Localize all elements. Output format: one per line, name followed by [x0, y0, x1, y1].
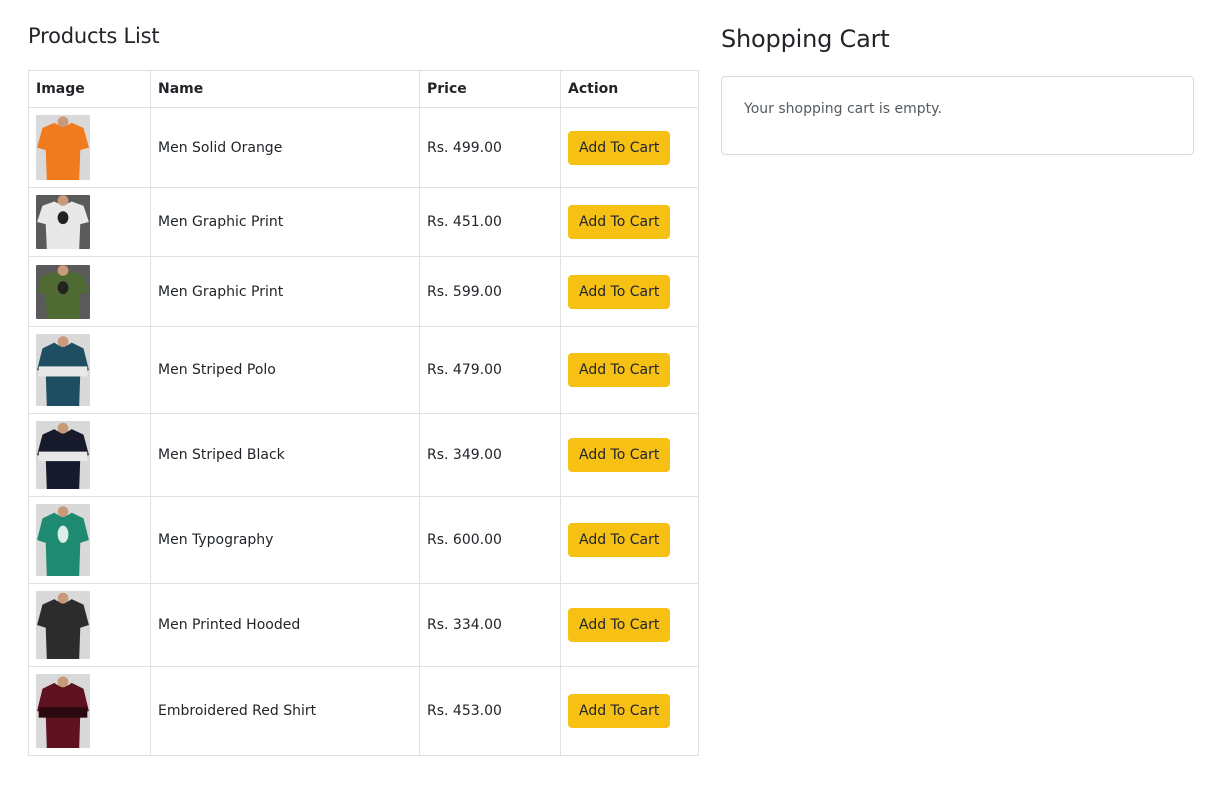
- add-to-cart-button[interactable]: Add To Cart: [568, 130, 671, 165]
- product-image-cell: [28, 256, 151, 327]
- cart-title: Shopping Cart: [721, 25, 890, 53]
- product-price: Rs. 453.00: [419, 666, 561, 756]
- add-to-cart-button[interactable]: Add To Cart: [568, 438, 671, 472]
- add-to-cart-button[interactable]: Add To Cart: [568, 694, 671, 728]
- table-row: Men Solid Orange Rs. 499.00 Add To Cart: [28, 107, 699, 188]
- table-row: Men Graphic Print Rs. 599.00 Add To Cart: [28, 256, 699, 327]
- product-image-cell: [28, 496, 151, 584]
- table-header-row: Image Name Price Action: [28, 70, 699, 108]
- table-row: Men Striped Black Rs. 349.00 Add To Cart: [28, 413, 699, 497]
- product-image[interactable]: [36, 421, 90, 489]
- products-title: Products List: [28, 24, 160, 48]
- product-action-cell: Add To Cart: [560, 583, 699, 667]
- shopping-cart-section: Shopping Cart Your shopping cart is empt…: [721, 22, 1194, 155]
- product-image-cell: [28, 326, 151, 414]
- product-image-cell: [28, 413, 151, 497]
- product-image[interactable]: [36, 591, 90, 659]
- column-header-name: Name: [150, 70, 420, 108]
- product-name: Men Typography: [150, 496, 420, 584]
- product-name: Men Graphic Print: [150, 256, 420, 327]
- product-action-cell: Add To Cart: [560, 326, 699, 414]
- product-image[interactable]: [36, 674, 90, 748]
- column-header-price: Price: [419, 70, 561, 108]
- product-action-cell: Add To Cart: [560, 256, 699, 327]
- add-to-cart-button[interactable]: Add To Cart: [568, 274, 671, 309]
- product-image[interactable]: [36, 115, 90, 180]
- product-action-cell: Add To Cart: [560, 107, 699, 188]
- product-image-cell: [28, 583, 151, 667]
- products-table: Image Name Price Action Men Solid Orange…: [28, 70, 699, 756]
- table-row: Men Striped Polo Rs. 479.00 Add To Cart: [28, 326, 699, 414]
- product-name: Men Striped Polo: [150, 326, 420, 414]
- product-name: Men Solid Orange: [150, 107, 420, 188]
- product-image-cell: [28, 107, 151, 188]
- product-price: Rs. 479.00: [419, 326, 561, 414]
- product-action-cell: Add To Cart: [560, 413, 699, 497]
- product-action-cell: Add To Cart: [560, 496, 699, 584]
- product-name: Embroidered Red Shirt: [150, 666, 420, 756]
- table-row: Men Typography Rs. 600.00 Add To Cart: [28, 496, 699, 584]
- add-to-cart-button[interactable]: Add To Cart: [568, 608, 671, 642]
- column-header-action: Action: [560, 70, 699, 108]
- product-action-cell: Add To Cart: [560, 187, 699, 257]
- product-image[interactable]: [36, 264, 90, 319]
- product-name: Men Printed Hooded: [150, 583, 420, 667]
- product-action-cell: Add To Cart: [560, 666, 699, 756]
- product-price: Rs. 599.00: [419, 256, 561, 327]
- product-price: Rs. 349.00: [419, 413, 561, 497]
- cart-empty-message: Your shopping cart is empty.: [744, 101, 942, 117]
- product-image-cell: [28, 187, 151, 257]
- add-to-cart-button[interactable]: Add To Cart: [568, 205, 671, 239]
- table-row: Embroidered Red Shirt Rs. 453.00 Add To …: [28, 666, 699, 756]
- column-header-image: Image: [28, 70, 151, 108]
- product-image[interactable]: [36, 334, 90, 406]
- products-section: Products List Image Name Price Action Me…: [28, 22, 699, 756]
- add-to-cart-button[interactable]: Add To Cart: [568, 523, 671, 557]
- product-image[interactable]: [36, 504, 90, 576]
- table-row: Men Graphic Print Rs. 451.00 Add To Cart: [28, 187, 699, 257]
- cart-panel: Your shopping cart is empty.: [721, 76, 1194, 155]
- product-price: Rs. 451.00: [419, 187, 561, 257]
- add-to-cart-button[interactable]: Add To Cart: [568, 353, 671, 387]
- product-image-cell: [28, 666, 151, 756]
- product-name: Men Graphic Print: [150, 187, 420, 257]
- table-row: Men Printed Hooded Rs. 334.00 Add To Car…: [28, 583, 699, 667]
- product-name: Men Striped Black: [150, 413, 420, 497]
- product-image[interactable]: [36, 195, 90, 249]
- product-price: Rs. 499.00: [419, 107, 561, 188]
- product-price: Rs. 600.00: [419, 496, 561, 584]
- product-price: Rs. 334.00: [419, 583, 561, 667]
